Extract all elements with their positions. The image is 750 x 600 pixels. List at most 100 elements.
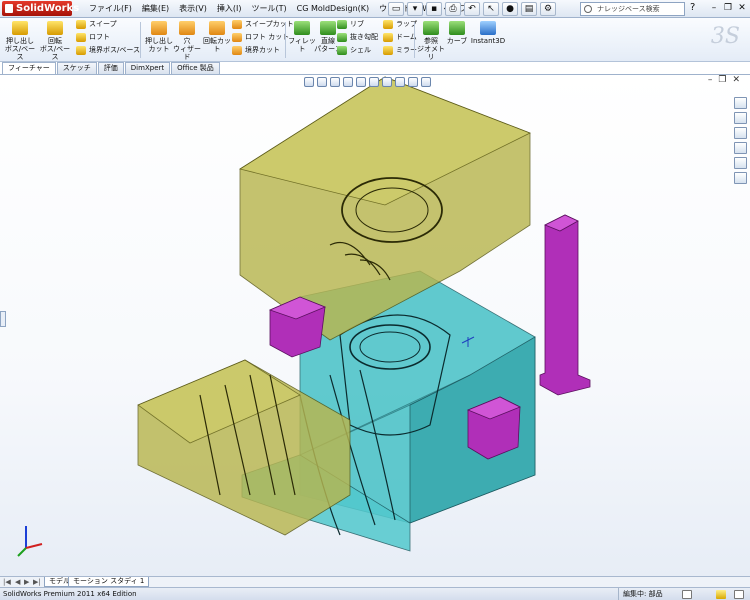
title-menu-bar: SolidWorks ファイル(F) 編集(E) 表示(V) 挿入(I) ツール… — [0, 0, 750, 18]
zoom-to-fit-icon[interactable] — [304, 77, 314, 87]
rebuild-icon[interactable]: ● — [502, 2, 518, 16]
mold-assembly-view[interactable] — [0, 75, 750, 577]
previous-view-icon[interactable] — [330, 77, 340, 87]
restore-icon[interactable]: ❐ — [718, 75, 726, 85]
zoom-to-area-icon[interactable] — [317, 77, 327, 87]
revolve-cut-label: 回転カット — [203, 37, 231, 53]
quick-access-toolbar: ▭ ▾ ▪ ⎙ ↶ ↖ ● ▤ ⚙ — [388, 2, 556, 16]
first-tab-arrow-icon[interactable]: |◀ — [3, 578, 11, 586]
boundary-cut-button[interactable]: 境界カット — [232, 45, 280, 56]
rib-button[interactable]: リブ — [337, 19, 364, 30]
print-icon[interactable]: ⎙ — [445, 2, 461, 16]
hide-show-items-icon[interactable] — [382, 77, 392, 87]
tab-sketch[interactable]: スケッチ — [56, 62, 97, 74]
section-view-icon[interactable] — [343, 77, 353, 87]
menu-edit[interactable]: 編集(E) — [137, 0, 174, 18]
mirror-button[interactable]: ミラー — [383, 45, 417, 56]
feature-manager-expand-handle[interactable] — [0, 311, 6, 327]
menu-view[interactable]: 表示(V) — [174, 0, 212, 18]
loft-button[interactable]: ロフト — [76, 32, 110, 43]
rib-label: リブ — [350, 20, 364, 28]
lofted-cut-label: ロフト カット — [245, 33, 290, 41]
file-explorer-icon[interactable] — [734, 127, 747, 139]
slide-block-left[interactable] — [268, 296, 327, 358]
minimize-icon[interactable]: – — [708, 75, 713, 85]
shell-icon — [337, 46, 347, 55]
rebuild-status-icon[interactable] — [716, 590, 726, 599]
extrude-cut-label: 押し出し カット — [145, 37, 173, 53]
last-tab-arrow-icon[interactable]: ▶| — [33, 578, 41, 586]
restore-icon[interactable]: ❐ — [722, 2, 734, 14]
lifter-rod[interactable] — [539, 214, 591, 396]
hole-wizard-button[interactable]: 穴 ウィザード — [170, 21, 204, 61]
revolve-boss-label: 回転 ボス/ベース — [39, 37, 71, 61]
draft-button[interactable]: 抜き勾配 — [337, 32, 378, 43]
menu-insert[interactable]: 挿入(I) — [212, 0, 247, 18]
solidworks-resources-icon[interactable] — [734, 97, 747, 109]
extrude-boss-label: 押し出し ボス/ベース — [4, 37, 36, 61]
extrude-boss-button[interactable]: 押し出し ボス/ベース — [3, 21, 37, 61]
cavity-upper-half[interactable] — [238, 76, 531, 341]
select-icon[interactable]: ↖ — [483, 2, 499, 16]
close-icon[interactable]: ✕ — [736, 2, 748, 14]
sweep-button[interactable]: スイープ — [76, 19, 117, 30]
next-tab-arrow-icon[interactable]: ▶ — [24, 578, 29, 586]
save-icon[interactable]: ▪ — [426, 2, 442, 16]
close-icon[interactable]: ✕ — [732, 75, 740, 85]
wrap-button[interactable]: ラップ — [383, 19, 417, 30]
revolve-cut-button[interactable]: 回転カット — [200, 21, 234, 53]
status-notice-icon[interactable] — [682, 590, 692, 599]
tab-dimxpert[interactable]: DimXpert — [124, 62, 171, 74]
display-style-icon[interactable] — [369, 77, 379, 87]
help-status-icon[interactable] — [734, 590, 744, 599]
open-folder-icon[interactable]: ▾ — [407, 2, 423, 16]
instant3d-button[interactable]: Instant3D — [468, 21, 508, 45]
apply-scene-icon[interactable] — [408, 77, 418, 87]
options-icon[interactable]: ⚙ — [540, 2, 556, 16]
revolve-boss-button[interactable]: 回転 ボス/ベース — [38, 21, 72, 61]
app-logo[interactable]: SolidWorks — [2, 1, 79, 16]
loft-icon — [76, 33, 86, 42]
command-manager: 押し出し ボス/ベース 回転 ボス/ベース スイープ ロフト 境界ボス/ベース … — [0, 18, 750, 62]
design-library-icon[interactable] — [734, 112, 747, 124]
appearances-icon[interactable] — [734, 157, 747, 169]
search-placeholder: ナレッジベース検索 — [597, 5, 660, 13]
shell-label: シェル — [350, 46, 371, 54]
task-pane-tabs — [734, 97, 748, 184]
tab-office-products[interactable]: Office 製品 — [171, 62, 220, 74]
menu-tools[interactable]: ツール(T) — [246, 0, 291, 18]
undo-icon[interactable]: ↶ — [464, 2, 480, 16]
view-settings-icon[interactable] — [421, 77, 431, 87]
boundary-boss-button[interactable]: 境界ボス/ベース — [76, 45, 140, 56]
view-orientation-icon[interactable] — [356, 77, 366, 87]
window-controls: – ❐ ✕ — [708, 2, 748, 14]
graphics-area[interactable]: – ❐ ✕ — [0, 74, 750, 576]
edit-appearance-icon[interactable] — [395, 77, 405, 87]
view-palette-icon[interactable] — [734, 142, 747, 154]
help-icon[interactable]: ? — [690, 2, 695, 13]
minimize-icon[interactable]: – — [708, 2, 720, 14]
dome-icon — [383, 33, 393, 42]
prev-tab-arrow-icon[interactable]: ◀ — [15, 578, 20, 586]
app-name: SolidWorks — [16, 3, 80, 14]
command-manager-tabs: フィーチャー スケッチ 評価 DimXpert Office 製品 — [0, 62, 750, 74]
tab-features[interactable]: フィーチャー — [2, 62, 56, 74]
menu-file[interactable]: ファイル(F) — [84, 0, 137, 18]
reference-triad — [17, 526, 43, 557]
menu-cg-molddesign[interactable]: CG MoldDesign(K) — [292, 0, 375, 18]
tab-motion-study-1[interactable]: モーション スタディ 1 — [68, 577, 150, 587]
shell-button[interactable]: シェル — [337, 45, 371, 56]
model-tabs: |◀ ◀ ▶ ▶| モデル モーション スタディ 1 — [0, 576, 750, 587]
curves-label: カーブ — [446, 37, 468, 45]
lofted-cut-button[interactable]: ロフト カット — [232, 32, 289, 43]
file-properties-icon[interactable]: ▤ — [521, 2, 537, 16]
help-area: ? — [690, 2, 695, 13]
editing-status: 編集中: 部品 — [618, 588, 663, 600]
new-document-icon[interactable]: ▭ — [388, 2, 404, 16]
custom-properties-icon[interactable] — [734, 172, 747, 184]
tab-evaluate[interactable]: 評価 — [97, 62, 124, 74]
rib-icon — [337, 20, 347, 29]
search-input[interactable]: ナレッジベース検索 — [580, 2, 685, 16]
dome-button[interactable]: ドーム — [383, 32, 417, 43]
instant3d-label: Instant3D — [470, 37, 506, 45]
